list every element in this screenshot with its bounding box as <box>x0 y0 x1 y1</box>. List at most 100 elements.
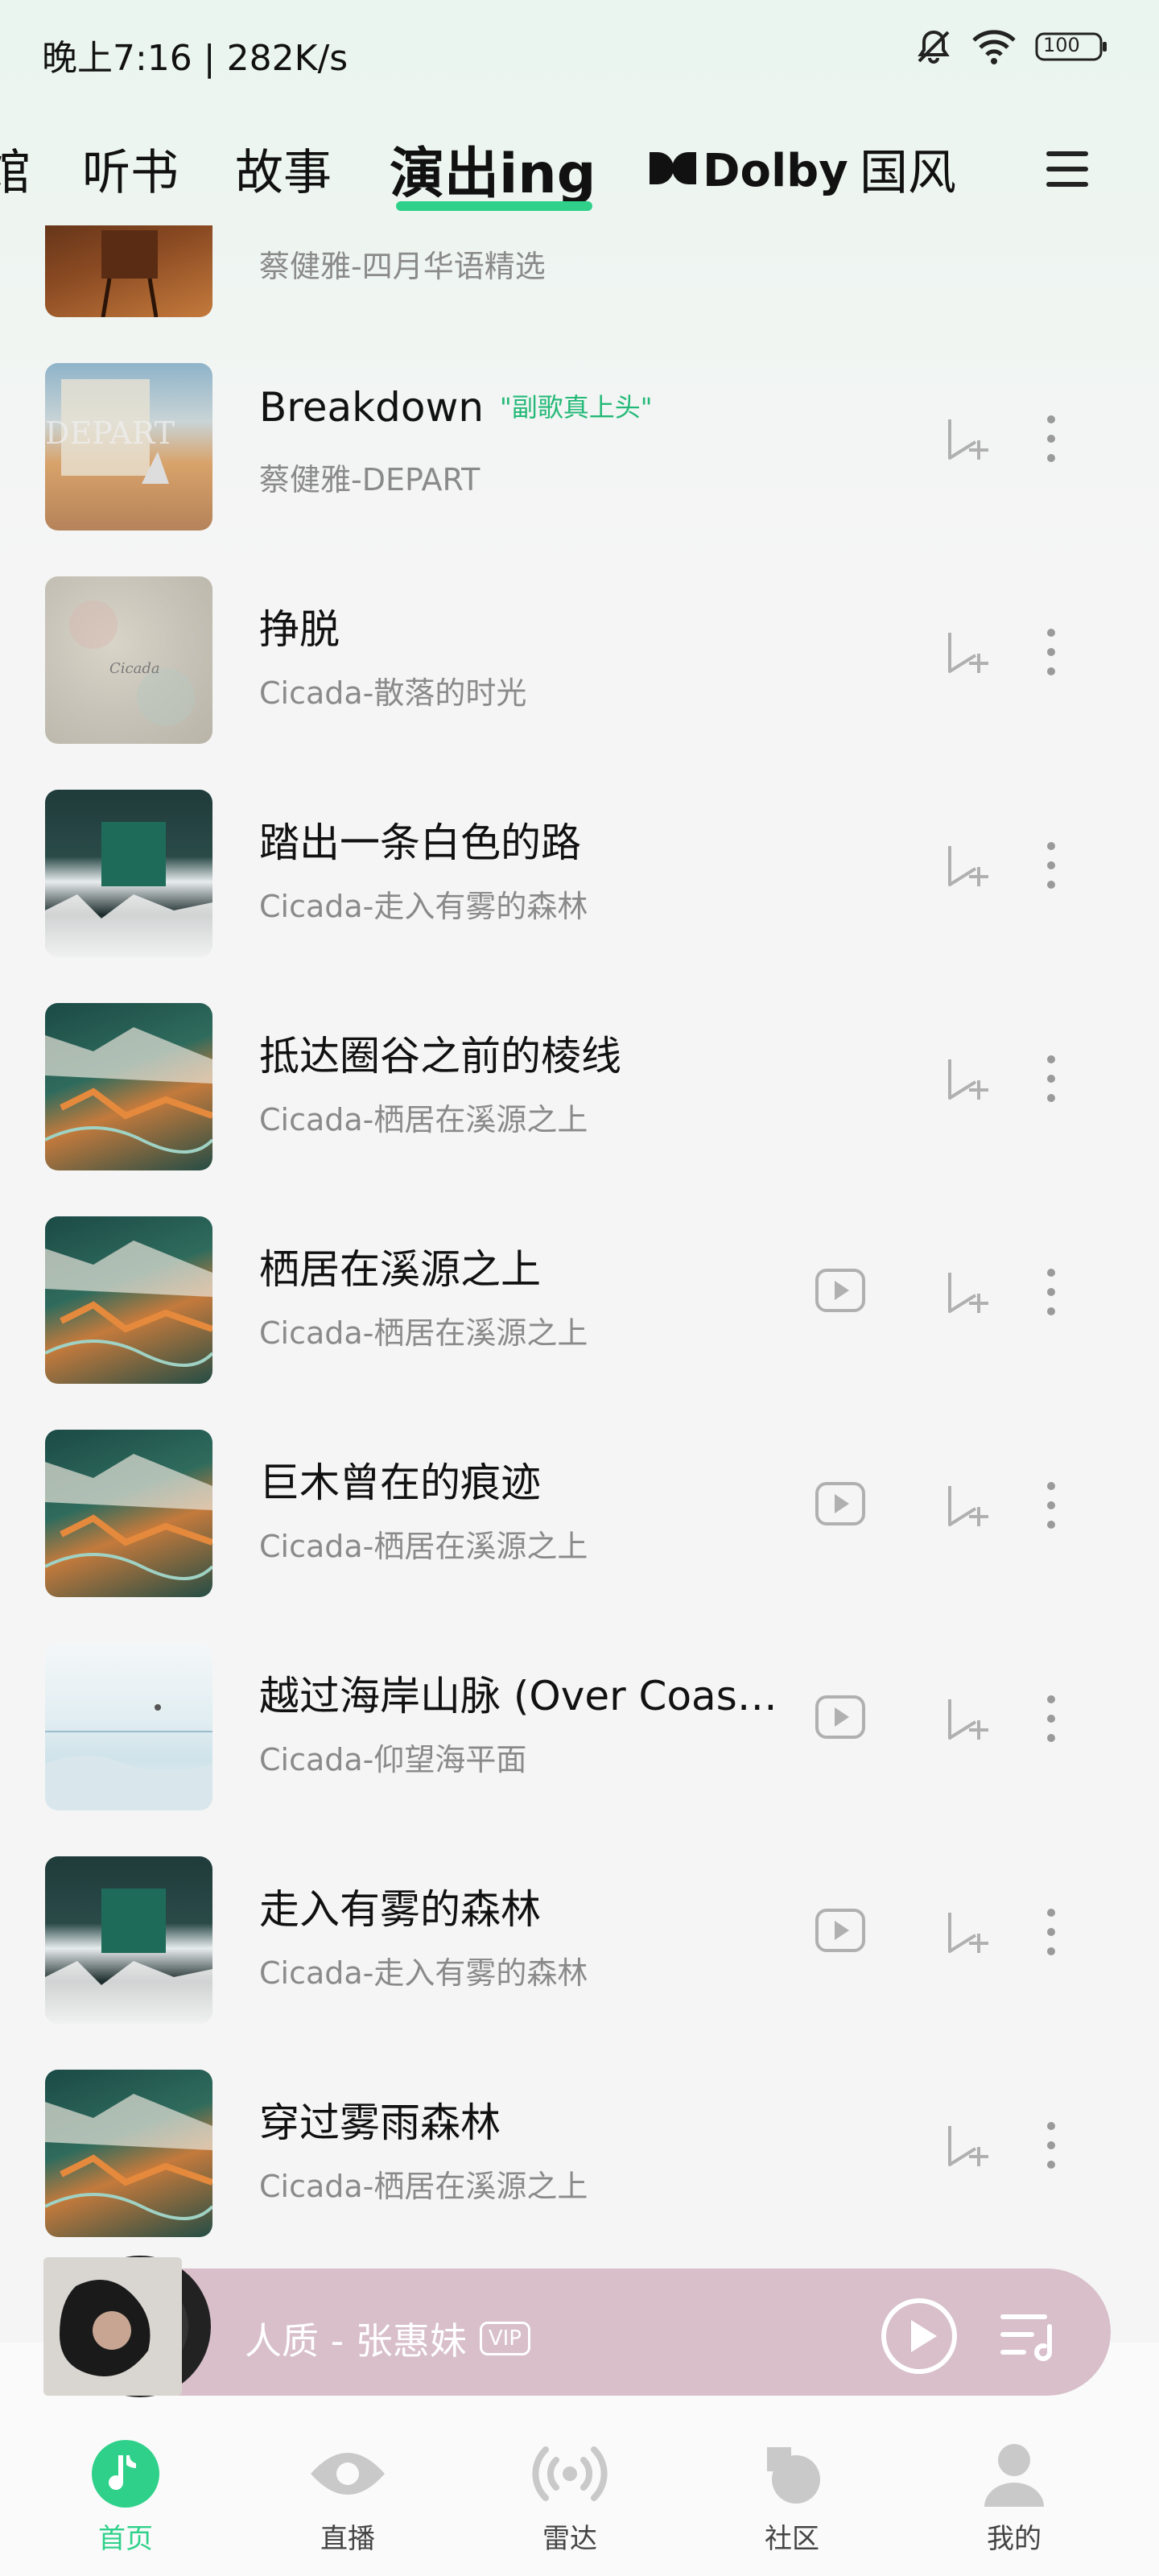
add-to-playlist-icon[interactable] <box>943 1908 992 1959</box>
radar-icon <box>489 2439 650 2512</box>
nav-live[interactable]: 直播 <box>267 2439 428 2556</box>
add-to-playlist-icon[interactable] <box>943 841 992 893</box>
nav-community-label: 社区 <box>765 2523 819 2555</box>
song-subtitle: Cicada-仰望海平面 <box>259 1742 527 1777</box>
mini-player-cover[interactable] <box>43 2254 212 2399</box>
song-title: 越过海岸山脉 (Over Coast… <box>259 1673 790 1719</box>
battery-level: 100 <box>1043 34 1080 56</box>
add-to-playlist-icon[interactable] <box>943 415 992 466</box>
more-options-icon[interactable] <box>1046 1695 1056 1746</box>
song-subtitle: Cicada-栖居在溪源之上 <box>259 1315 588 1351</box>
song-subtitle: Cicada-栖居在溪源之上 <box>259 2169 588 2204</box>
more-options-icon[interactable] <box>1046 628 1056 679</box>
more-options-icon[interactable] <box>1046 415 1056 466</box>
song-subtitle: Cicada-栖居在溪源之上 <box>259 1102 588 1137</box>
song-subtitle: Cicada-走入有雾的森林 <box>259 889 588 924</box>
song-row[interactable]: 栖居在溪源之上 Cicada-栖居在溪源之上 <box>0 1187 1159 1401</box>
tab-partial-left[interactable]: 馆 <box>0 134 31 204</box>
nav-live-label: 直播 <box>320 2523 375 2555</box>
mute-icon <box>914 27 953 66</box>
song-subtitle: 蔡健雅-四月华语精选 <box>259 249 546 284</box>
song-row[interactable]: 蔡健雅-四月华语精选 <box>0 225 1159 334</box>
nav-profile[interactable]: 我的 <box>934 2439 1095 2556</box>
album-cover <box>45 1003 212 1170</box>
tab-guofeng[interactable]: 国风 <box>860 134 956 204</box>
video-icon[interactable] <box>815 1695 866 1743</box>
song-list: 蔡健雅-四月华语精选 DEPART Breakdown "副歌真上头" 蔡健雅-D… <box>0 225 1159 2270</box>
nav-community[interactable]: 社区 <box>711 2439 872 2556</box>
song-title: 巨木曾在的痕迹 <box>259 1459 541 1506</box>
more-options-icon[interactable] <box>1046 2121 1056 2173</box>
song-title: 穿过雾雨森林 <box>259 2099 501 2146</box>
battery-icon: 100 <box>1035 31 1107 63</box>
add-to-playlist-icon[interactable] <box>943 1695 992 1746</box>
song-title-text: Breakdown <box>259 384 485 431</box>
status-bar: 晚上7:16 | 282K/s 100 <box>0 0 1159 105</box>
song-subtitle: Cicada-栖居在溪源之上 <box>259 1529 588 1564</box>
play-button[interactable] <box>879 2296 959 2380</box>
add-to-playlist-icon[interactable] <box>943 628 992 679</box>
more-options-icon[interactable] <box>1046 1481 1056 1533</box>
album-cover <box>45 225 212 317</box>
svg-text:Cicada: Cicada <box>109 660 160 677</box>
song-row[interactable]: 穿过雾雨森林 Cicada-栖居在溪源之上 <box>0 2041 1159 2254</box>
tab-story[interactable]: 故事 <box>235 134 332 204</box>
dolby-logo-icon <box>648 145 698 197</box>
community-icon <box>711 2439 872 2512</box>
mini-player-title: 人质 - 张惠妹 VIP <box>245 2312 530 2365</box>
music-note-icon <box>45 2439 206 2512</box>
song-title: 栖居在溪源之上 <box>259 1246 541 1293</box>
song-subtitle: 蔡健雅-DEPART <box>259 462 481 497</box>
eye-icon <box>267 2439 428 2512</box>
song-title: 踏出一条白色的路 <box>259 819 581 866</box>
video-icon[interactable] <box>815 1481 866 1530</box>
now-playing-title: 人质 - 张惠妹 <box>245 2319 467 2363</box>
song-tag: "副歌真上头" <box>500 392 653 423</box>
playlist-icon[interactable] <box>1000 2310 1061 2365</box>
status-time: 晚上7:16 | 282K/s <box>42 38 349 79</box>
song-row[interactable]: 巨木曾在的痕迹 Cicada-栖居在溪源之上 <box>0 1401 1159 1614</box>
video-icon[interactable] <box>815 1268 866 1316</box>
svg-text:DEPART: DEPART <box>45 415 175 451</box>
add-to-playlist-icon[interactable] <box>943 1481 992 1533</box>
album-cover <box>45 1643 212 1810</box>
album-cover <box>45 1430 212 1597</box>
video-icon[interactable] <box>815 1908 866 1956</box>
nav-radar-label: 雷达 <box>542 2523 597 2555</box>
song-row[interactable]: 越过海岸山脉 (Over Coast… Cicada-仰望海平面 <box>0 1614 1159 1827</box>
album-cover <box>45 1856 212 2024</box>
song-row[interactable]: 走入有雾的森林 Cicada-走入有雾的森林 <box>0 1827 1159 2041</box>
tab-audiobook[interactable]: 听书 <box>82 134 179 204</box>
add-to-playlist-icon[interactable] <box>943 1055 992 1106</box>
song-title: Breakdown "副歌真上头" <box>259 384 652 431</box>
album-cover <box>45 790 212 957</box>
tab-dolby-label: Dolby <box>703 145 848 197</box>
nav-profile-label: 我的 <box>987 2523 1041 2555</box>
song-subtitle: Cicada-散落的时光 <box>259 675 527 711</box>
tab-dolby[interactable]: Dolby <box>648 145 848 197</box>
album-cover: Cicada <box>45 576 212 744</box>
wifi-icon <box>971 27 1017 66</box>
song-row[interactable]: 抵达圈谷之前的棱线 Cicada-栖居在溪源之上 <box>0 974 1159 1187</box>
user-icon <box>934 2439 1095 2512</box>
more-options-icon[interactable] <box>1046 841 1056 893</box>
hamburger-icon[interactable] <box>1045 148 1090 193</box>
add-to-playlist-icon[interactable] <box>943 1268 992 1319</box>
song-title: 抵达圈谷之前的棱线 <box>259 1033 621 1080</box>
more-options-icon[interactable] <box>1046 1055 1056 1106</box>
song-row[interactable]: 踏出一条白色的路 Cicada-走入有雾的森林 <box>0 761 1159 974</box>
status-icons: 100 <box>914 27 1107 66</box>
add-to-playlist-icon[interactable] <box>943 2121 992 2173</box>
song-row[interactable]: Cicada 挣脱 Cicada-散落的时光 <box>0 547 1159 761</box>
nav-radar[interactable]: 雷达 <box>489 2439 650 2556</box>
nav-home[interactable]: 首页 <box>45 2439 206 2556</box>
more-options-icon[interactable] <box>1046 1908 1056 1959</box>
nav-home-label: 首页 <box>98 2523 153 2555</box>
more-options-icon[interactable] <box>1046 1268 1056 1319</box>
vip-badge: VIP <box>479 2322 530 2355</box>
song-subtitle: Cicada-走入有雾的森林 <box>259 1955 588 1991</box>
album-cover <box>45 1216 212 1384</box>
song-row[interactable]: DEPART Breakdown "副歌真上头" 蔡健雅-DEPART <box>0 334 1159 547</box>
tab-shows[interactable]: 演出ing <box>390 129 596 208</box>
category-tab-bar: 馆 听书 故事 演出ing Dolby 国风 <box>0 121 1159 225</box>
